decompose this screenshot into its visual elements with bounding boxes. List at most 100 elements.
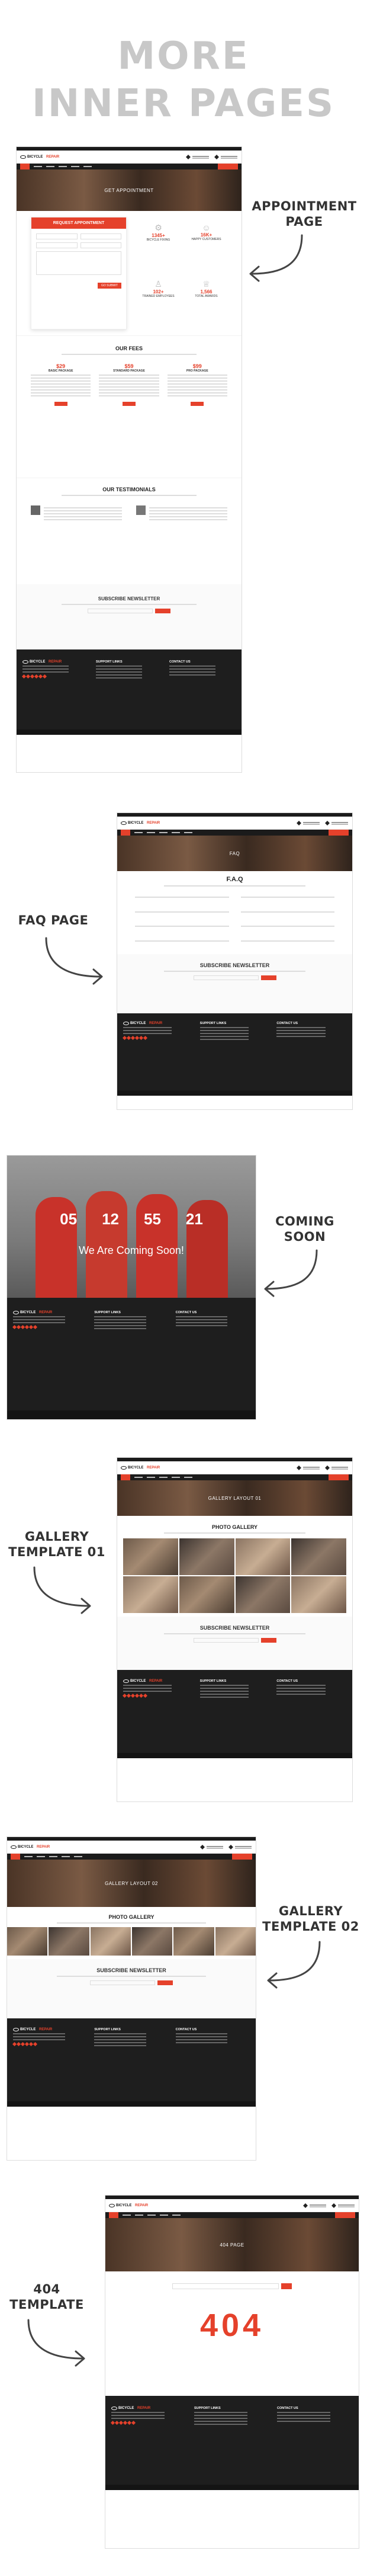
stat-item: ☺ 16K+ HAPPY CUSTOMERS bbox=[185, 223, 227, 273]
email-field[interactable] bbox=[80, 233, 121, 239]
newsletter-email-input[interactable] bbox=[90, 1980, 155, 1985]
footer-logo[interactable]: BICYCLE REPAIR bbox=[22, 660, 89, 664]
subscribe-button[interactable] bbox=[260, 1638, 276, 1643]
faq-item[interactable] bbox=[240, 924, 334, 934]
social-icons[interactable] bbox=[21, 674, 89, 679]
gallery-grid bbox=[117, 1538, 352, 1613]
date-field[interactable] bbox=[80, 242, 121, 248]
arrow-gallery-02 bbox=[263, 1939, 329, 1992]
gallery-image[interactable] bbox=[123, 1576, 178, 1613]
plan-button[interactable] bbox=[191, 402, 204, 406]
main-nav[interactable] bbox=[7, 1854, 256, 1860]
faq-item[interactable] bbox=[240, 895, 334, 905]
main-nav[interactable] bbox=[105, 2212, 359, 2218]
faq-item[interactable] bbox=[135, 924, 229, 934]
search-button[interactable] bbox=[281, 2283, 292, 2289]
faq-item[interactable] bbox=[135, 895, 229, 905]
gallery-image[interactable] bbox=[291, 1576, 346, 1613]
gallery-image[interactable] bbox=[215, 1927, 256, 1956]
site-logo[interactable]: BICYCLE REPAIR bbox=[121, 821, 160, 825]
stat-label: TRAINED EMPLOYEES bbox=[142, 295, 175, 298]
social-icons[interactable] bbox=[122, 1693, 193, 1698]
price-plan: PRO PACKAGE bbox=[186, 369, 208, 373]
gallery-title: PHOTO GALLERY bbox=[211, 1524, 257, 1530]
stat-label: BICYCLE FIXING bbox=[146, 238, 170, 242]
name-field[interactable] bbox=[36, 233, 78, 239]
gallery-image[interactable] bbox=[179, 1538, 234, 1575]
avatar bbox=[31, 505, 40, 515]
social-icons[interactable] bbox=[12, 2041, 87, 2047]
gallery-image[interactable] bbox=[179, 1576, 234, 1613]
faq-list bbox=[117, 889, 352, 954]
copyright-bar bbox=[17, 729, 242, 735]
faq-item[interactable] bbox=[240, 939, 334, 949]
gallery-image[interactable] bbox=[132, 1927, 173, 1956]
site-footer: BICYCLE REPAIR SUPPORT LINKS CONTACT US bbox=[105, 2396, 359, 2485]
countdown-minutes: 55 bbox=[144, 1210, 161, 1228]
gallery-image[interactable] bbox=[235, 1576, 291, 1613]
main-nav[interactable] bbox=[117, 1474, 352, 1480]
nav-cta-button[interactable] bbox=[218, 164, 238, 169]
submit-button[interactable]: GO SUBMIT bbox=[97, 283, 121, 289]
subscribe-button[interactable] bbox=[155, 609, 170, 613]
trophy-icon: ♕ bbox=[202, 279, 210, 289]
page-banner: 404 PAGE bbox=[105, 2218, 359, 2271]
gallery-image[interactable] bbox=[291, 1538, 346, 1575]
gallery-image[interactable] bbox=[173, 1927, 214, 1956]
arrow-coming-soon bbox=[260, 1247, 326, 1301]
faq-item[interactable] bbox=[240, 910, 334, 920]
hero-line-1: MORE bbox=[117, 34, 250, 78]
hero-line-2: INNER PAGES bbox=[31, 82, 336, 126]
search-input[interactable] bbox=[172, 2283, 279, 2289]
support-links-title: SUPPORT LINKS bbox=[96, 660, 123, 664]
newsletter-section: SUBSCRIBE NEWSLETTER bbox=[117, 1617, 352, 1670]
gallery-01-preview: BICYCLE REPAIR GALLERY LAYOUT 01 PHOTO G… bbox=[117, 1458, 352, 1801]
stats-grid: ⚙ 1345+ BICYCLE FIXING ☺ 16K+ HAPPY CUSTOMER… bbox=[137, 217, 227, 329]
faq-item[interactable] bbox=[135, 939, 229, 949]
social-icons[interactable] bbox=[110, 2420, 187, 2425]
message-field[interactable] bbox=[36, 251, 121, 275]
page-banner: FAQ bbox=[117, 836, 352, 871]
logo-text: BICYCLE bbox=[27, 155, 43, 159]
newsletter-email-input[interactable] bbox=[193, 1638, 259, 1643]
fees-title: OUR FEES bbox=[115, 345, 143, 351]
gallery-image[interactable] bbox=[49, 1927, 89, 1956]
appointment-form: REQUEST APPOINTMENT GO SUBMIT bbox=[31, 217, 127, 329]
stat-value: 1345+ bbox=[152, 233, 165, 238]
site-footer: BICYCLE REPAIR SUPPORT LINKS CONTACT US bbox=[7, 1298, 256, 1410]
subscribe-button[interactable] bbox=[260, 975, 276, 980]
site-logo[interactable]: BICYCLE REPAIR bbox=[20, 155, 59, 159]
site-header: BICYCLE REPAIR bbox=[17, 151, 242, 164]
plan-button[interactable] bbox=[122, 402, 136, 406]
coming-soon-hero: 05 12 55 21 We Are Coming Soon! bbox=[7, 1156, 256, 1298]
location-icon bbox=[186, 155, 210, 159]
gallery-image[interactable] bbox=[123, 1538, 178, 1575]
gallery-02-preview: BICYCLE REPAIR GALLERY LAYOUT 02 PHOTO G… bbox=[7, 1837, 256, 2160]
gallery-image[interactable] bbox=[90, 1927, 131, 1956]
hero-title: MORE INNER PAGES bbox=[0, 33, 367, 127]
site-footer: BICYCLE REPAIR SUPPORT LINKS CONTACT US bbox=[17, 649, 242, 729]
fees-section: OUR FEES $29 BASIC PACKAGE $59 STANDARD PA… bbox=[17, 335, 242, 478]
testimonials-section: OUR TESTIMONIALS bbox=[17, 478, 242, 584]
label-gallery-01: GALLERY TEMPLATE 01 bbox=[8, 1529, 105, 1559]
social-icons[interactable] bbox=[12, 1324, 87, 1330]
gallery-image[interactable] bbox=[7, 1927, 48, 1956]
faq-item[interactable] bbox=[135, 910, 229, 920]
newsletter-email-input[interactable] bbox=[88, 609, 153, 613]
arrow-appointment bbox=[246, 232, 311, 286]
stat-item: ⚙ 1345+ BICYCLE FIXING bbox=[137, 223, 179, 273]
gallery-image[interactable] bbox=[235, 1538, 291, 1575]
plan-button[interactable] bbox=[54, 402, 67, 406]
newsletter-email-input[interactable] bbox=[193, 975, 259, 980]
faq-page-preview: BICYCLE REPAIR FAQ F.A.Q SUBSCRIBE NEWSL… bbox=[117, 813, 352, 1109]
main-nav[interactable] bbox=[117, 830, 352, 836]
newsletter-section: SUBSCRIBE NEWSLETTER bbox=[7, 1959, 256, 2018]
phone-field[interactable] bbox=[36, 242, 78, 248]
page-404-preview: BICYCLE REPAIR 404 PAGE 404 BICYCLE REPA… bbox=[105, 2196, 359, 2548]
subscribe-button[interactable] bbox=[157, 1980, 173, 1985]
countdown: 05 12 55 21 bbox=[7, 1210, 256, 1228]
bicycle-icon bbox=[20, 155, 26, 159]
main-nav[interactable] bbox=[17, 164, 242, 169]
social-icons[interactable] bbox=[122, 1035, 193, 1041]
testimonial-card bbox=[31, 505, 122, 522]
